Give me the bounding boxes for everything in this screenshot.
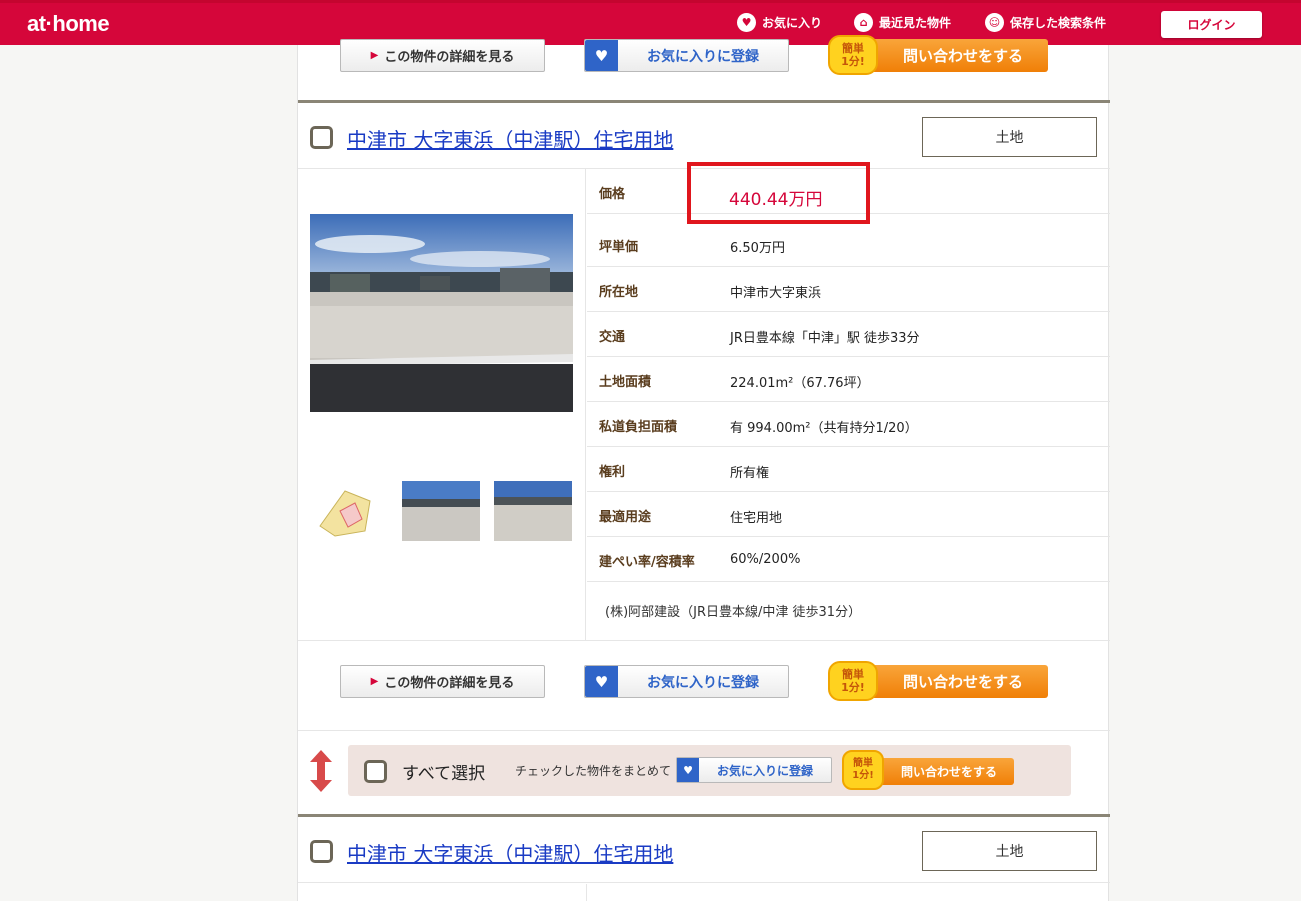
listing-column: ▶ この物件の詳細を見る ♥ お気に入りに登録 問い合わせをする 簡単 1分! …	[297, 35, 1110, 901]
nav-recent[interactable]: ⌂ 最近見た物件	[854, 13, 951, 32]
row-land-area: 土地面積 224.01m²（67.76坪）	[587, 357, 1110, 402]
badge-line1: 簡単	[853, 758, 873, 769]
property-type-badge: 土地	[922, 831, 1097, 871]
row-key: 建ぺい率/容積率	[599, 555, 695, 570]
listing-title-link[interactable]: 中津市 大字東浜（中津駅）住宅用地	[347, 838, 673, 867]
select-all-label[interactable]: すべて選択	[402, 759, 485, 784]
heart-icon: ♥	[585, 40, 618, 71]
row-value: 224.01m²（67.76坪）	[730, 376, 870, 391]
row-key: 坪単価	[599, 240, 639, 255]
row-location: 所在地 中津市大字東浜	[587, 267, 1110, 312]
row-rights: 権利 所有権	[587, 447, 1110, 492]
play-arrow-icon: ▶	[370, 50, 379, 61]
view-detail-label: この物件の詳細を見る	[384, 676, 515, 691]
listing-title-row: 中津市 大字東浜（中津駅）住宅用地 土地	[298, 103, 1110, 169]
view-detail-label: この物件の詳細を見る	[384, 50, 515, 65]
next-listing-title-row: 中津市 大字東浜（中津駅）住宅用地 土地	[298, 817, 1110, 883]
listing-checkbox[interactable]	[310, 840, 333, 863]
row-price: 価格 440.44万円	[587, 162, 1110, 224]
listing-checkbox[interactable]	[310, 126, 333, 149]
row-value: 住宅用地	[730, 511, 783, 526]
add-favorite-button[interactable]: ♥ お気に入りに登録	[584, 39, 789, 72]
row-value: 所有権	[730, 466, 770, 481]
bulk-select-bar: すべて選択 チェックした物件をまとめて ♥ お気に入りに登録 問い合わせをする …	[348, 745, 1071, 796]
agent-note: (株)阿部建設（JR日豊本線/中津 徒歩31分）	[605, 605, 862, 620]
bulk-inquiry-button[interactable]: 問い合わせをする 簡単 1分!	[842, 750, 1014, 790]
scroll-updown-icon[interactable]	[310, 750, 332, 792]
row-key: 価格	[599, 187, 626, 202]
badge-line2: 1分!	[852, 770, 874, 781]
row-private-road: 私道負担面積 有 994.00m²（共有持分1/20）	[587, 402, 1110, 447]
listing-detail: 価格 440.44万円 坪単価 6.50万円 所在地 中津市大字東浜 交通 JR…	[298, 162, 1110, 641]
photo-thumbnail-2[interactable]	[494, 481, 572, 541]
quick-badge: 簡単 1分!	[828, 661, 878, 701]
badge-line1: 簡単	[842, 42, 864, 55]
bulk-favorite-button[interactable]: ♥ お気に入りに登録	[676, 757, 832, 783]
photo-area	[298, 169, 586, 641]
bulk-inquiry-label: 問い合わせをする	[868, 758, 1014, 785]
bulk-favorite-label: お気に入りに登録	[716, 763, 813, 778]
row-key: 私道負担面積	[599, 420, 678, 435]
quick-badge: 簡単 1分!	[842, 750, 884, 790]
heart-icon: ♥	[585, 666, 618, 697]
nav-favorites[interactable]: ♥ お気に入り	[737, 13, 822, 32]
row-key: 交通	[599, 330, 626, 345]
view-detail-button[interactable]: ▶ この物件の詳細を見る	[340, 665, 545, 698]
nav-saved-search-label: 保存した検索条件	[1010, 16, 1107, 30]
listing-title-link[interactable]: 中津市 大字東浜（中津駅）住宅用地	[347, 124, 673, 153]
price-value: 440.44万円	[729, 190, 823, 210]
property-info-table: 価格 440.44万円 坪単価 6.50万円 所在地 中津市大字東浜 交通 JR…	[587, 162, 1110, 641]
row-value: JR日豊本線「中津」駅 徒歩33分	[730, 331, 920, 346]
inquiry-label: 問い合わせをする	[858, 665, 1048, 698]
listing-actions: ▶ この物件の詳細を見る ♥ お気に入りに登録 問い合わせをする 簡単 1分!	[298, 661, 1110, 701]
main-property-photo[interactable]	[310, 214, 573, 412]
row-best-use: 最適用途 住宅用地	[587, 492, 1110, 537]
row-key: 所在地	[599, 285, 639, 300]
row-value: 有 994.00m²（共有持分1/20）	[730, 421, 918, 436]
row-key: 最適用途	[599, 510, 652, 525]
row-transport: 交通 JR日豊本線「中津」駅 徒歩33分	[587, 312, 1110, 357]
inquiry-button[interactable]: 問い合わせをする 簡単 1分!	[828, 661, 1048, 701]
plot-map-thumbnail[interactable]	[310, 481, 388, 541]
row-coverage-ratio: 建ぺい率/容積率 60%/200%	[587, 537, 1110, 582]
badge-line1: 簡単	[842, 668, 864, 681]
nav-recent-label: 最近見た物件	[879, 16, 952, 30]
row-value: 6.50万円	[730, 241, 785, 256]
row-value: 60%/200%	[730, 552, 801, 567]
play-arrow-icon: ▶	[370, 676, 379, 687]
badge-line2: 1分!	[841, 681, 865, 694]
heart-icon: ♥	[677, 758, 699, 782]
add-favorite-label: お気に入りに登録	[647, 674, 759, 691]
nav-favorites-label: お気に入り	[762, 16, 823, 30]
divider	[298, 730, 1110, 731]
nav-saved-search[interactable]: ☺ 保存した検索条件	[985, 13, 1106, 32]
row-value: 中津市大字東浜	[730, 286, 822, 301]
select-all-checkbox[interactable]	[364, 760, 387, 783]
view-detail-button[interactable]: ▶ この物件の詳細を見る	[340, 39, 545, 72]
row-key: 権利	[599, 465, 626, 480]
prev-listing-actions: ▶ この物件の詳細を見る ♥ お気に入りに登録 問い合わせをする 簡単 1分!	[298, 33, 1110, 75]
saved-search-icon: ☺	[985, 13, 1004, 32]
inquiry-button[interactable]: 問い合わせをする 簡単 1分!	[828, 35, 1048, 75]
row-tsubo-price: 坪単価 6.50万円	[587, 222, 1110, 267]
quick-badge: 簡単 1分!	[828, 35, 878, 75]
house-icon: ⌂	[854, 13, 873, 32]
heart-icon: ♥	[737, 13, 756, 32]
badge-line2: 1分!	[841, 55, 865, 68]
photo-thumbnail-1[interactable]	[402, 481, 480, 541]
add-favorite-label: お気に入りに登録	[647, 48, 759, 65]
property-type-badge: 土地	[922, 117, 1097, 157]
add-favorite-button[interactable]: ♥ お気に入りに登録	[584, 665, 789, 698]
login-button[interactable]: ログイン	[1161, 11, 1262, 38]
site-logo[interactable]: at·home	[27, 11, 110, 37]
inquiry-label: 問い合わせをする	[858, 39, 1048, 72]
divider	[586, 884, 587, 901]
row-key: 土地面積	[599, 375, 652, 390]
bulk-note: チェックした物件をまとめて	[515, 764, 672, 778]
